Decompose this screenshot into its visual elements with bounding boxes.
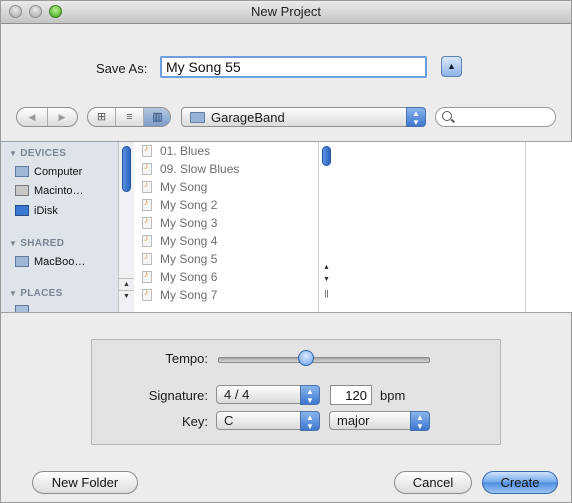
- key-label: Key:: [181, 414, 208, 429]
- save-as-label: Save As:: [96, 61, 148, 76]
- sidebar-item-partial[interactable]: [15, 305, 34, 312]
- create-button[interactable]: Create: [482, 471, 558, 494]
- garageband-file-icon: [142, 179, 152, 193]
- column-view-button[interactable]: ▥: [144, 108, 170, 126]
- garageband-file-icon: [142, 143, 152, 157]
- list-view-button[interactable]: ≡: [116, 108, 144, 126]
- file-item[interactable]: My Song: [142, 179, 207, 196]
- tempo-bpm-input[interactable]: [330, 385, 372, 405]
- popup-arrows-icon: ▲ ▼: [410, 411, 430, 431]
- scroll-up-arrow[interactable]: ▲: [119, 278, 134, 290]
- tempo-label: Tempo:: [165, 351, 208, 366]
- folder-icon: [15, 305, 29, 312]
- sidebar-item-hard-disk[interactable]: Macinto…: [15, 185, 84, 200]
- empty-column: [525, 142, 572, 312]
- sidebar-section-places: ▼ PLACES: [9, 288, 63, 299]
- popup-arrows-icon: ▲ ▼: [300, 385, 320, 405]
- disclosure-triangle-icon[interactable]: ▼: [9, 239, 17, 248]
- signature-value: 4 / 4: [224, 387, 250, 402]
- file-browser: ▼ DEVICES Computer Macinto… iDisk ▼ SHARED…: [1, 141, 572, 313]
- file-scroll-thumb[interactable]: [322, 146, 331, 166]
- scale-popup[interactable]: major ▲ ▼: [329, 411, 430, 431]
- scale-value: major: [337, 413, 370, 428]
- signature-label: Signature:: [148, 388, 208, 403]
- sidebar-scrollbar[interactable]: ▲ ▼: [118, 142, 134, 312]
- forward-button[interactable]: ▶: [47, 108, 77, 126]
- empty-column: [334, 142, 524, 312]
- back-button[interactable]: ◀: [17, 108, 48, 126]
- key-value: C: [224, 413, 234, 428]
- save-as-input[interactable]: [160, 56, 427, 78]
- garageband-file-icon: [142, 161, 152, 175]
- file-column: 01. Blues 09. Slow Blues My Song My Song…: [134, 142, 318, 312]
- sidebar: ▼ DEVICES Computer Macinto… iDisk ▼ SHARED…: [1, 142, 118, 312]
- file-item[interactable]: My Song 7: [142, 287, 217, 304]
- search-icon: [442, 111, 452, 121]
- file-item[interactable]: 09. Slow Blues: [142, 161, 239, 178]
- garageband-file-icon: [142, 197, 152, 211]
- search-field[interactable]: [435, 107, 556, 127]
- file-item[interactable]: My Song 5: [142, 251, 217, 268]
- disclosure-triangle-icon[interactable]: ▼: [9, 149, 17, 158]
- sidebar-section-shared: ▼ SHARED: [9, 238, 65, 249]
- file-item[interactable]: My Song 3: [142, 215, 217, 232]
- garageband-file-icon: [142, 215, 152, 229]
- computer-icon: [15, 166, 29, 177]
- folder-icon: [190, 112, 205, 123]
- bpm-unit-label: bpm: [380, 388, 406, 403]
- chevron-up-icon: ▲: [447, 61, 456, 71]
- sidebar-item-idisk[interactable]: iDisk: [15, 205, 58, 220]
- file-item[interactable]: My Song 6: [142, 269, 217, 286]
- scroll-down-arrow[interactable]: ▼: [319, 274, 334, 285]
- garageband-file-icon: [142, 233, 152, 247]
- file-item[interactable]: 01. Blues: [142, 143, 210, 160]
- sidebar-scroll-thumb[interactable]: [122, 146, 131, 192]
- sidebar-item-macbook[interactable]: MacBoo…: [15, 256, 85, 271]
- key-popup[interactable]: C ▲ ▼: [216, 411, 320, 431]
- location-popup[interactable]: GarageBand ▲ ▼: [181, 107, 426, 127]
- garageband-file-icon: [142, 269, 152, 283]
- garageband-file-icon: [142, 287, 152, 301]
- expand-browser-button[interactable]: ▲: [441, 56, 462, 77]
- navigation-buttons: ◀ ▶: [16, 107, 78, 127]
- signature-popup[interactable]: 4 / 4 ▲ ▼: [216, 385, 320, 405]
- popup-arrows-icon: ▲ ▼: [406, 107, 426, 127]
- popup-arrows-icon: ▲ ▼: [300, 411, 320, 431]
- disclosure-triangle-icon[interactable]: ▼: [9, 289, 17, 298]
- new-project-dialog: New Project Save As: ▲ ◀ ▶ ⊞ ≡ ▥ GarageB…: [0, 0, 572, 503]
- scroll-down-arrow[interactable]: ▼: [119, 290, 134, 302]
- cancel-button[interactable]: Cancel: [394, 471, 472, 494]
- sidebar-section-devices: ▼ DEVICES: [9, 148, 67, 159]
- hard-disk-icon: [15, 185, 29, 196]
- tempo-slider-knob[interactable]: [298, 350, 315, 366]
- tempo-slider[interactable]: [218, 357, 430, 363]
- icon-view-button[interactable]: ⊞: [88, 108, 116, 126]
- title-bar: New Project: [1, 1, 571, 24]
- garageband-file-icon: [142, 251, 152, 265]
- project-settings-panel: Tempo: Signature: 4 / 4 ▲▼ bpm Key: C ▲▼…: [91, 339, 501, 445]
- file-item[interactable]: My Song 2: [142, 197, 217, 214]
- location-label: GarageBand: [211, 110, 285, 125]
- sidebar-item-computer[interactable]: Computer: [15, 166, 82, 181]
- window-title: New Project: [250, 4, 322, 19]
- column-resize-handle[interactable]: ||: [319, 288, 334, 299]
- scroll-up-arrow[interactable]: ▲: [319, 262, 334, 273]
- idisk-icon: [15, 205, 29, 216]
- network-computer-icon: [15, 256, 29, 267]
- view-mode-buttons: ⊞ ≡ ▥: [87, 107, 171, 127]
- file-item[interactable]: My Song 4: [142, 233, 217, 250]
- new-folder-button[interactable]: New Folder: [32, 471, 138, 494]
- file-column-scrollbar[interactable]: ▲ ▼ ||: [318, 142, 335, 312]
